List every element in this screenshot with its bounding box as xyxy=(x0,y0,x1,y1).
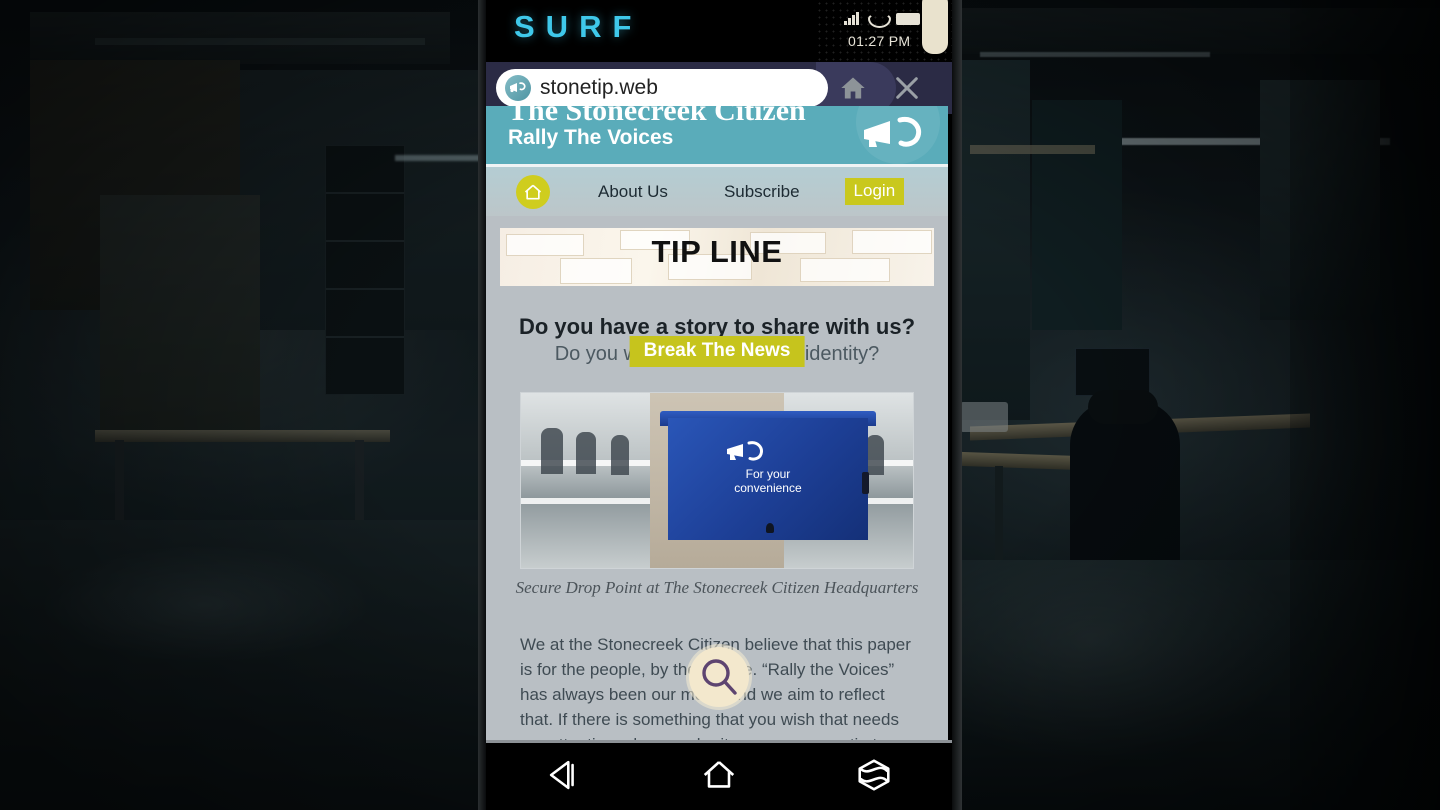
wifi-icon xyxy=(868,12,887,25)
photo-caption: Secure Drop Point at The Stonecreek Citi… xyxy=(515,578,919,597)
site-tagline: Rally The Voices xyxy=(508,126,674,149)
recents-icon[interactable] xyxy=(854,755,894,800)
magnifier-cursor xyxy=(689,647,749,707)
url-text[interactable]: stonetip.web xyxy=(540,76,658,100)
app-title: SURF xyxy=(514,9,643,44)
drop-box-text-line2: convenience xyxy=(734,480,802,495)
drop-box-text: For your convenience xyxy=(668,467,868,495)
status-icons xyxy=(844,11,920,25)
android-nav-bar xyxy=(486,740,952,810)
status-time: 01:27 PM xyxy=(848,33,911,49)
nav-item-about-us[interactable]: About Us xyxy=(598,182,668,202)
battery-icon xyxy=(895,13,920,25)
home-icon[interactable] xyxy=(699,755,739,800)
notification-pill xyxy=(922,0,948,54)
drop-point-photo: For your convenience xyxy=(520,392,914,569)
hero-subtitle: Break The News xyxy=(629,336,805,367)
drop-box-megaphone-icon xyxy=(725,439,769,470)
phone-right-bezel xyxy=(952,0,962,810)
nav-item-subscribe[interactable]: Subscribe xyxy=(724,182,800,202)
drop-box-text-line1: For your xyxy=(745,466,791,481)
url-bar[interactable]: stonetip.web xyxy=(496,69,828,107)
nav-divider xyxy=(486,740,952,743)
signal-icon xyxy=(844,11,859,25)
megaphone-icon xyxy=(860,114,932,159)
phone-left-bezel xyxy=(478,0,486,810)
hero-banner: TIP LINE xyxy=(500,228,934,286)
drop-box-latch xyxy=(862,471,870,494)
site-title: The Stonecreek Citizen xyxy=(508,106,806,127)
hero-title: TIP LINE xyxy=(651,234,783,269)
back-icon[interactable] xyxy=(544,755,584,800)
status-bar: SURF 01:27 PM xyxy=(486,0,952,62)
drop-box-lock xyxy=(766,522,774,533)
site-nav[interactable]: About Us Subscribe Login xyxy=(486,164,948,216)
web-page-viewport[interactable]: The Stonecreek Citizen Rally The Voices … xyxy=(486,106,948,740)
browser-close-button[interactable] xyxy=(891,72,923,104)
browser-home-button[interactable] xyxy=(839,74,867,102)
site-header: The Stonecreek Citizen Rally The Voices xyxy=(486,106,948,164)
nav-login-button[interactable]: Login xyxy=(844,178,905,205)
megaphone-favicon-icon xyxy=(505,75,531,101)
nav-home-icon[interactable] xyxy=(516,174,550,209)
